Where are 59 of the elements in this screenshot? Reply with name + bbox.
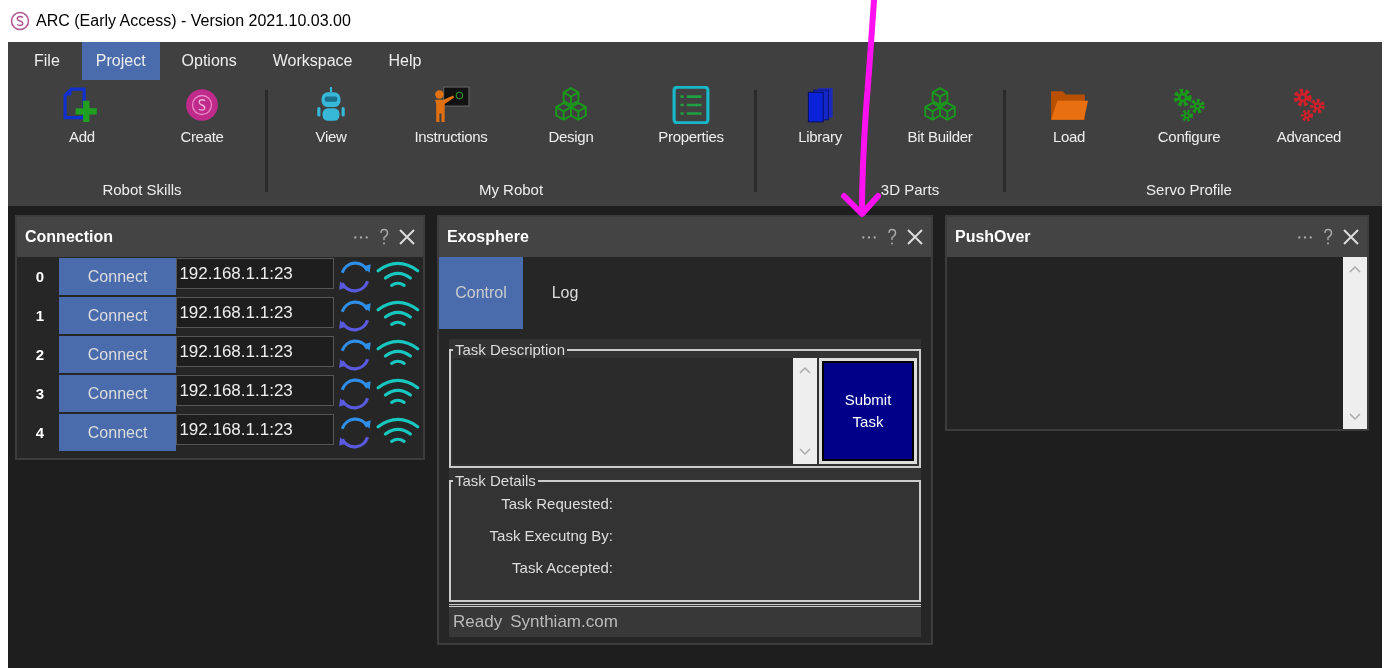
address-field[interactable]: 192.168.1.1:23 xyxy=(176,375,335,406)
menu-item[interactable]: Help xyxy=(374,42,436,80)
address-field[interactable]: 192.168.1.1:23 xyxy=(176,414,335,445)
address-field[interactable]: 192.168.1.1:23 xyxy=(176,258,335,289)
connect-button[interactable]: Connect xyxy=(58,297,177,334)
status-text: Ready xyxy=(453,612,503,632)
row-index: 4 xyxy=(34,424,46,441)
panel-title: PushOver xyxy=(955,228,1032,246)
menu-item[interactable]: Workspace xyxy=(258,42,367,80)
submit-button[interactable]: Submit Task xyxy=(822,361,914,461)
toolbar-button[interactable]: Create xyxy=(142,86,262,181)
group-label: Robot Skills xyxy=(102,181,182,198)
connect-button[interactable]: Connect xyxy=(58,375,177,412)
menu-item[interactable]: File xyxy=(20,42,74,80)
field-label: Task Requested: xyxy=(500,495,613,512)
toolbar-button[interactable]: Load xyxy=(1009,86,1129,181)
toolbar-button[interactable]: Add xyxy=(22,86,142,181)
connect-button[interactable]: Connect xyxy=(58,258,177,295)
toolbar-button[interactable]: Library xyxy=(760,86,880,181)
toolbar-button[interactable]: Configure xyxy=(1129,86,1249,181)
close-icon[interactable] xyxy=(907,229,923,245)
connect-button[interactable]: Connect xyxy=(58,414,177,451)
more-icon[interactable] xyxy=(353,234,369,240)
panel-title: Connection xyxy=(25,228,114,246)
address-field[interactable]: 192.168.1.1:23 xyxy=(176,297,335,328)
menu-item[interactable]: Project xyxy=(81,42,160,80)
toolbar-button[interactable]: Bit Builder xyxy=(880,86,1000,181)
tab[interactable]: Log xyxy=(523,257,607,329)
address-field[interactable]: 192.168.1.1:23 xyxy=(176,336,335,367)
app-logo-icon xyxy=(10,11,30,31)
toolbar-button[interactable]: Instructions xyxy=(391,86,511,181)
group-legend: Task Details xyxy=(453,472,538,489)
more-icon[interactable] xyxy=(861,234,877,240)
toolbar-button[interactable]: Advanced xyxy=(1249,86,1369,181)
row-index: 3 xyxy=(34,385,46,402)
description-field[interactable] xyxy=(453,358,817,464)
row-index: 1 xyxy=(34,307,46,324)
connect-button[interactable]: Connect xyxy=(58,336,177,373)
row-index: 0 xyxy=(34,268,46,285)
close-icon[interactable] xyxy=(399,229,415,245)
more-icon[interactable] xyxy=(1297,234,1313,240)
field-label: Task Accepted: xyxy=(511,559,613,576)
toolbar-button[interactable]: Design xyxy=(511,86,631,181)
help-icon[interactable] xyxy=(887,228,897,246)
menu-item[interactable]: Options xyxy=(167,42,251,80)
help-icon[interactable] xyxy=(1323,228,1333,246)
group-label: 3D Parts xyxy=(880,181,940,198)
group-label: Servo Profile xyxy=(1146,181,1232,198)
group-legend: Task Description xyxy=(453,341,568,358)
row-index: 2 xyxy=(34,346,46,363)
close-icon[interactable] xyxy=(1343,229,1359,245)
help-icon[interactable] xyxy=(379,228,389,246)
panel-title: Exosphere xyxy=(447,228,530,246)
field-label: Task Executng By: xyxy=(488,527,613,544)
status-text: Synthiam.com xyxy=(510,612,618,632)
group-label: My Robot xyxy=(478,181,544,198)
window-title: ARC (Early Access) - Version 2021.10.03.00 xyxy=(36,12,351,30)
toolbar-button[interactable]: View xyxy=(271,86,391,181)
toolbar-button[interactable]: Properties xyxy=(631,86,751,181)
